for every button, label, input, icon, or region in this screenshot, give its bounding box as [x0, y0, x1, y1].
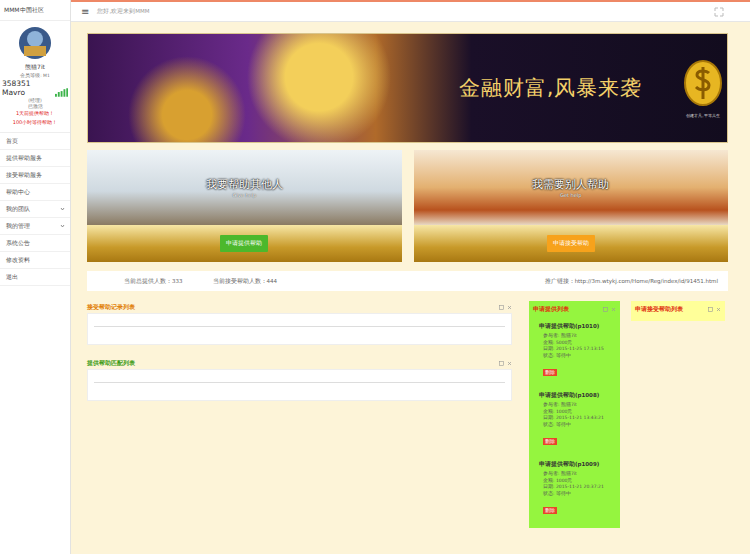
request-heading: 申请提供帮助(p1009) — [539, 461, 616, 468]
profile-alert[interactable]: 100小时等待帮助！ — [13, 119, 58, 127]
stats-bar: 当前总提供人数：333 当前接受帮助人数：444 推广链接：http://3m.wt… — [87, 271, 728, 291]
action-button[interactable]: 申请接受帮助 — [547, 235, 595, 252]
request-list: 申请提供列表 申请提供帮助(p1010) 参与者: 熊猫7it金额: 5000元… — [529, 301, 620, 528]
list-title: 申请接受帮助列表 — [635, 305, 683, 314]
profile-name: 熊猫7it — [25, 63, 45, 72]
banner: 金融财富,风暴来袭 创建非凡,平等共生 — [87, 33, 728, 143]
stat: 当前接受帮助人数：444 — [213, 278, 278, 285]
chevron-icon — [60, 224, 65, 229]
request-line: 状态: 等待中 — [539, 353, 616, 360]
request-line: 参与者: 熊猫7it — [539, 471, 616, 478]
request-line: 参与者: 熊猫7it — [539, 402, 616, 409]
request-list: 申请接受帮助列表 — [631, 301, 725, 321]
request-line: 金额: 1000元 — [539, 409, 616, 416]
menu-item[interactable]: 系统公告 — [0, 235, 70, 252]
app-title: MMM中国社区 — [0, 0, 70, 21]
stat: 推广链接：http://3m.wtykj.com/Home/Reg/index/… — [545, 278, 718, 285]
profile-meta: (经理) — [28, 98, 42, 103]
request-line: 日期: 2015-11-21 13:43:21 — [539, 415, 616, 422]
panel-title: 接受帮助记录列表 — [87, 303, 135, 312]
banner-slogan: 金融财富,风暴来袭 — [459, 74, 643, 102]
menu-item[interactable]: 接受帮助服务 — [0, 167, 70, 184]
delete-button[interactable]: 删除 — [543, 438, 557, 445]
action-subtitle: Get help — [560, 192, 581, 198]
menu-item[interactable]: 修改资料 — [0, 252, 70, 269]
request-line: 状态: 等待中 — [539, 491, 616, 498]
action-title: 我需要别人帮助 — [532, 177, 609, 192]
request-heading: 申请提供帮助(p1008) — [539, 392, 616, 399]
chevron-icon — [60, 207, 65, 212]
collapse-icon[interactable] — [603, 307, 608, 312]
collapse-icon[interactable] — [708, 307, 713, 312]
close-icon[interactable] — [611, 307, 616, 312]
menu-item[interactable]: 我的管理 — [0, 218, 70, 235]
close-icon[interactable] — [507, 361, 512, 366]
profile-meta: 已激活 — [28, 104, 43, 109]
menu-item[interactable]: 我的团队 — [0, 201, 70, 218]
menu-item[interactable]: 首页 — [0, 133, 70, 150]
action-card: 我要帮助其他人 Give help 申请提供帮助 — [87, 150, 402, 262]
menu: 首页 提供帮助服务 接受帮助服务 帮助中心 我的团队 我的管理 系统公告 修改资… — [0, 133, 70, 286]
menu-item[interactable]: 退出 — [0, 269, 70, 286]
fullscreen-icon[interactable] — [714, 7, 724, 17]
record-panel: 接受帮助记录列表 — [87, 301, 512, 345]
banner-tagline: 创建非凡,平等共生 — [686, 113, 719, 118]
close-icon[interactable] — [507, 305, 512, 310]
profile-alert[interactable]: 1天前提供帮助！ — [16, 110, 54, 118]
request-item: 申请提供帮助(p1009) 参与者: 熊猫7it金额: 1000元日期: 201… — [533, 453, 616, 522]
sidebar: MMM中国社区 熊猫7it 会员等级: M1 358351 Mavro (经理)… — [0, 0, 71, 554]
request-item: 申请提供帮助(p1008) 参与者: 熊猫7it金额: 1000元日期: 201… — [533, 384, 616, 453]
action-card: 我需要别人帮助 Get help 申请接受帮助 — [414, 150, 729, 262]
action-button[interactable]: 申请提供帮助 — [220, 235, 268, 252]
delete-button[interactable]: 删除 — [543, 369, 557, 376]
topbar: ≡ 您好,欢迎来到MMM — [71, 0, 750, 22]
record-panel: 提供帮助匹配列表 — [87, 357, 512, 401]
signal-icon — [55, 88, 68, 97]
close-icon[interactable] — [716, 307, 721, 312]
request-heading: 申请提供帮助(p1010) — [539, 323, 616, 330]
profile: 熊猫7it 会员等级: M1 358351 Mavro (经理)已激活 1天前提… — [0, 21, 70, 133]
menu-toggle[interactable]: ≡ — [81, 6, 89, 17]
action-subtitle: Give help — [232, 192, 256, 198]
request-line: 金额: 1000元 — [539, 478, 616, 485]
request-line: 状态: 等待中 — [539, 422, 616, 429]
list-title: 申请提供列表 — [533, 305, 569, 314]
app: MMM中国社区 熊猫7it 会员等级: M1 358351 Mavro (经理)… — [0, 0, 750, 554]
request-item: 申请提供帮助(p1010) 参与者: 熊猫7it金额: 5000元日期: 201… — [533, 315, 616, 384]
action-title: 我要帮助其他人 — [206, 177, 283, 192]
request-line: 金额: 5000元 — [539, 340, 616, 347]
collapse-icon[interactable] — [499, 361, 504, 366]
menu-item[interactable]: 提供帮助服务 — [0, 150, 70, 167]
panel-title: 提供帮助匹配列表 — [87, 359, 135, 368]
collapse-icon[interactable] — [499, 305, 504, 310]
main: ≡ 您好,欢迎来到MMM 金融财富,风暴来袭 创建非凡,平等共生 我要帮助其他人… — [71, 0, 750, 554]
avatar-icon[interactable] — [18, 26, 52, 60]
delete-button[interactable]: 删除 — [543, 507, 557, 514]
request-line: 日期: 2015-11-21 20:37:21 — [539, 484, 616, 491]
stat: 当前总提供人数：333 — [124, 278, 183, 285]
profile-level: 会员等级: M1 — [20, 73, 50, 78]
balance: 358351 Mavro — [2, 79, 53, 97]
menu-item[interactable]: 帮助中心 — [0, 184, 70, 201]
breadcrumb: 您好,欢迎来到MMM — [97, 8, 149, 15]
coin-icon — [683, 59, 723, 113]
request-line: 参与者: 熊猫7it — [539, 333, 616, 340]
request-line: 日期: 2015-11-25 17:13:15 — [539, 346, 616, 353]
